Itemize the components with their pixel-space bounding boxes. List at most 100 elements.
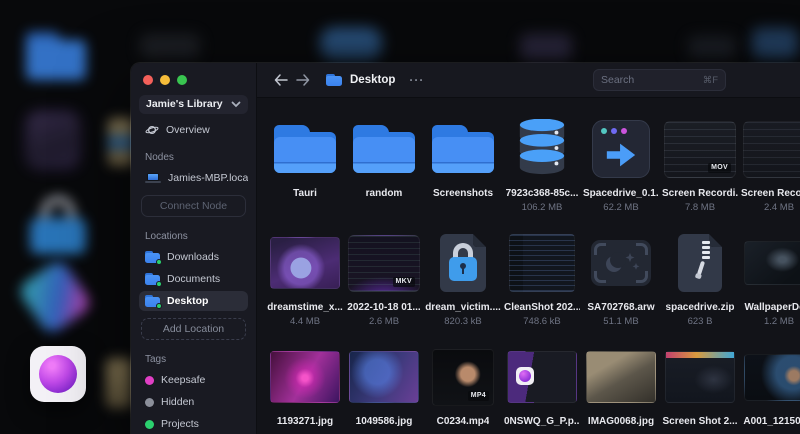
filetype-badge: MKV [392,276,415,287]
file-item[interactable]: A001_121502... [741,342,800,434]
blurred-tag-icon [16,257,94,337]
blurred-lock-icon [30,196,88,254]
sidebar-item-label: Jamies-MBP.local... [168,172,248,184]
sidebar-item-label: Documents [167,273,221,285]
add-location-button[interactable]: Add Location [141,318,246,340]
sidebar-item-desktop[interactable]: Desktop [139,291,248,311]
sidebar-item-overview[interactable]: Overview [139,122,248,138]
forward-button[interactable] [292,69,314,91]
close-button[interactable] [143,75,153,85]
file-item[interactable]: 1049586.jpg [346,342,422,434]
file-size: 106.2 MB [521,202,563,213]
file-name: random [365,188,403,199]
planet-icon [145,125,159,134]
file-item[interactable]: spacedrive.zip 623 B [662,228,738,342]
zoom-button[interactable] [177,75,187,85]
file-item[interactable]: 7923c368-85c... 106.2 MB [504,114,580,228]
zip-file-icon [678,234,722,292]
app-installer-icon [592,120,650,178]
sidebar-item-hidden[interactable]: Hidden [139,392,248,412]
file-item[interactable]: Screenshots [425,114,501,228]
file-item[interactable]: random [346,114,422,228]
file-thumbnail [744,353,800,401]
current-location-title: Desktop [350,74,396,86]
blurred-desktop-item [140,34,200,58]
file-name: dreamstime_x... [267,302,343,313]
file-size: 2.6 MB [368,316,400,327]
folder-icon [145,251,162,265]
library-switcher[interactable]: Jamie's Library [139,95,248,114]
connect-node-button[interactable]: Connect Node [141,195,246,217]
file-size: 1.2 MB [763,316,795,327]
sidebar-item-jamies-mbp-local[interactable]: Jamies-MBP.local... [139,168,248,188]
sidebar-item-label: Keepsafe [161,374,206,386]
file-name: Screen Recordi... [741,188,800,199]
folder-icon [326,74,342,86]
search-input[interactable]: Search ⌘F [593,69,726,91]
sidebar-item-documents[interactable]: Documents [139,269,248,289]
file-item[interactable]: SA702768.arw 51.1 MB [583,228,659,342]
file-item[interactable]: IMAG0068.jpg [583,342,659,434]
file-name: C0234.mp4 [436,416,490,427]
file-item[interactable]: Screen Shot 2... [662,342,738,434]
sidebar-item-projects[interactable]: Projects [139,414,248,434]
search-shortcut-hint: ⌘F [702,74,718,86]
file-size: 7.8 MB [684,202,716,213]
file-name: 2022-10-18 01... [347,302,421,313]
sidebar-section-header: Locations [145,231,188,242]
file-item[interactable]: WallpaperDo... 1.2 MB [741,228,800,342]
file-name: WallpaperDo... [744,302,800,313]
sidebar-section-header: Tags [145,354,167,365]
database-icon [519,119,565,175]
file-item[interactable]: Tauri [267,114,343,228]
file-size: 4.4 MB [289,316,321,327]
file-name: Screenshots [432,188,494,199]
file-thumbnail [270,237,340,289]
file-thumbnail [270,351,340,403]
filetype-badge: MP4 [467,390,489,401]
file-item[interactable]: MKV 2022-10-18 01... 2.6 MB [346,228,422,342]
file-thumbnail: MP4 [432,348,494,406]
folder-icon [353,125,415,173]
file-name: 1193271.jpg [276,416,334,427]
folder-icon [145,273,162,287]
file-item[interactable]: MP4 C0234.mp4 [425,342,501,434]
sidebar-item-downloads[interactable]: Downloads [139,247,248,267]
file-name: spacedrive.zip [665,302,735,313]
file-item[interactable]: 1193271.jpg [267,342,343,434]
file-item[interactable]: Screen Recordi... 2.4 MB [741,114,800,228]
main-panel: Desktop ··· Search ⌘F Tauri random Screens… [257,63,800,434]
file-size: 820.3 kB [444,316,482,327]
blurred-app-box-icon [27,112,79,168]
chevron-down-icon [231,101,241,108]
sidebar-item-label: Projects [161,418,199,430]
sidebar-item-keepsafe[interactable]: Keepsafe [139,370,248,390]
sidebar-item-label: Downloads [167,251,219,263]
minimize-button[interactable] [160,75,170,85]
blurred-folder-icon [26,32,86,80]
file-name: Screen Recordi... [662,188,738,199]
file-item[interactable]: CleanShot 202... 748.6 kB [504,228,580,342]
file-thumbnail: MOV [664,120,736,178]
more-options-button[interactable]: ··· [409,74,424,86]
toolbar: Desktop ··· Search ⌘F [257,63,800,98]
file-item[interactable]: MOV Screen Recordi... 7.8 MB [662,114,738,228]
library-name: Jamie's Library [146,98,223,111]
file-item[interactable]: 0NSWQ_G_P.p... [504,342,580,434]
search-placeholder: Search [601,74,635,86]
file-item[interactable]: dream_victim.... 820.3 kB [425,228,501,342]
back-button[interactable] [270,69,292,91]
arrow-left-icon [274,74,288,86]
file-size: 748.6 kB [523,316,561,327]
sidebar-item-label: Overview [166,123,210,136]
file-item[interactable]: dreamstime_x... 4.4 MB [267,228,343,342]
file-thumbnail: MKV [348,234,420,292]
file-name: Screen Shot 2... [662,416,738,427]
file-item[interactable]: Spacedrive_0.1... 62.2 MB [583,114,659,228]
file-size: 623 B [687,316,713,327]
file-name: CleanShot 202... [504,302,580,313]
sidebar-section-header: Nodes [145,152,174,163]
window-controls [139,75,248,85]
file-thumbnail [507,351,577,403]
file-size: 2.4 MB [763,202,795,213]
